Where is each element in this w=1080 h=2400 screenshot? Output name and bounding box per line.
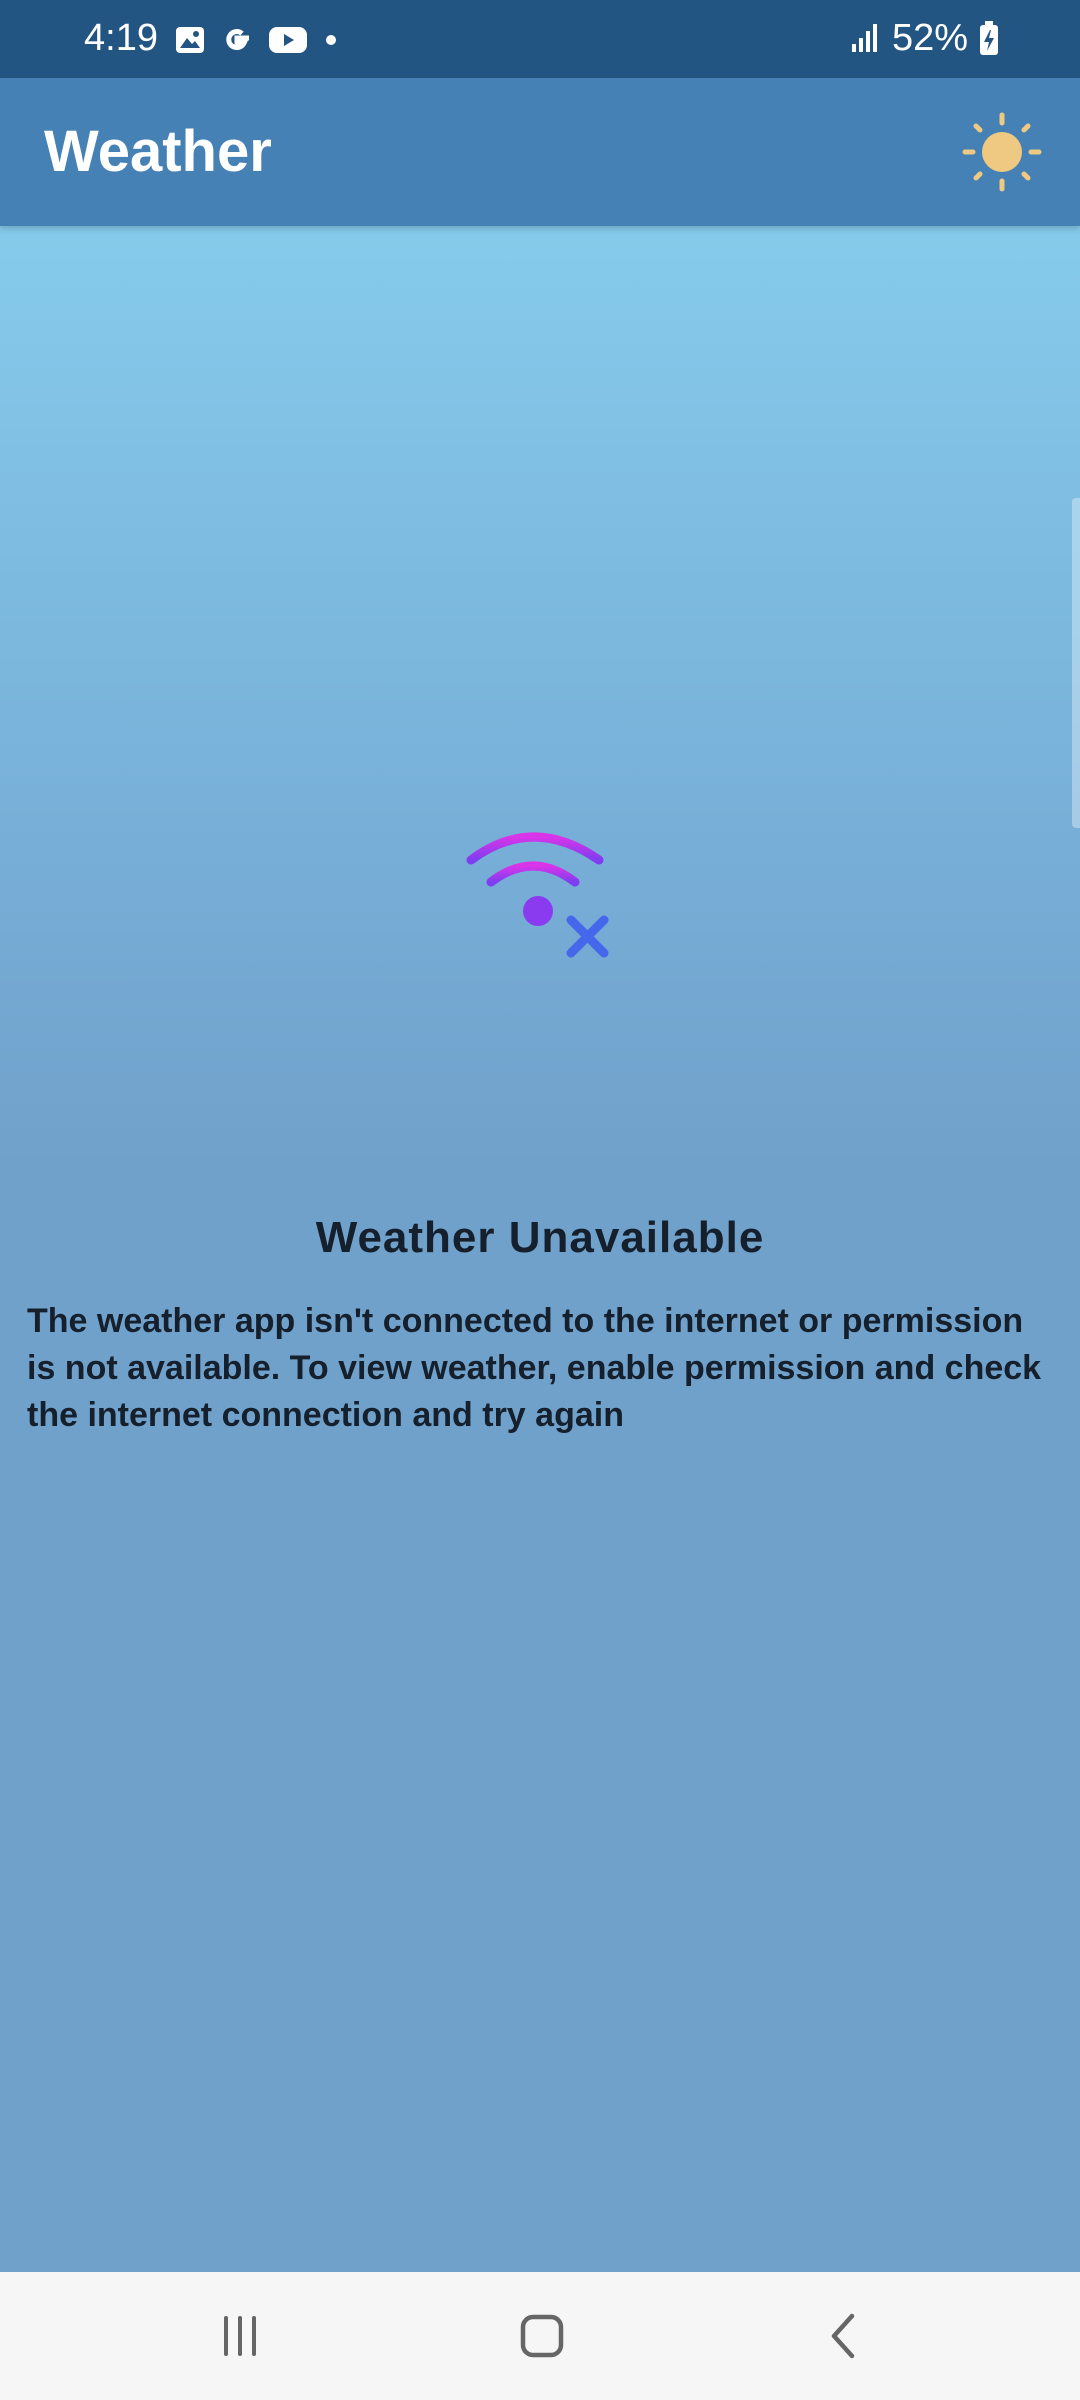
battery-percent: 52% — [891, 17, 968, 59]
status-right: 52% — [850, 14, 1000, 62]
navigation-bar — [0, 2272, 1080, 2400]
no-wifi-icon — [466, 832, 609, 958]
home-icon — [520, 2314, 564, 2358]
battery-charging-icon — [980, 21, 998, 55]
back-icon — [831, 2313, 855, 2359]
edge-panel-handle[interactable] — [1072, 498, 1080, 828]
app-title: Weather — [44, 119, 272, 184]
error-message: The weather app isn't connected to the i… — [27, 1302, 1042, 1434]
back-button[interactable] — [784, 2296, 904, 2376]
recent-apps-icon — [224, 2316, 256, 2356]
gallery-icon — [176, 27, 204, 53]
dot-icon — [326, 35, 336, 45]
google-icon — [226, 29, 249, 51]
weather-screen: 4:19 52% Weather Weather Unavailable The… — [0, 0, 1080, 2400]
status-time: 4:19 — [84, 17, 158, 59]
app-bar: Weather — [0, 78, 1080, 226]
sun-icon — [962, 112, 1042, 192]
youtube-icon — [269, 27, 307, 53]
theme-toggle-button[interactable] — [958, 108, 1046, 196]
recent-apps-button[interactable] — [180, 2296, 300, 2376]
notification-icons — [174, 20, 340, 60]
error-title: Weather Unavailable — [315, 1213, 765, 1262]
signal-icon — [851, 24, 877, 52]
status-bar: 4:19 52% — [0, 0, 1080, 78]
home-button[interactable] — [482, 2296, 602, 2376]
